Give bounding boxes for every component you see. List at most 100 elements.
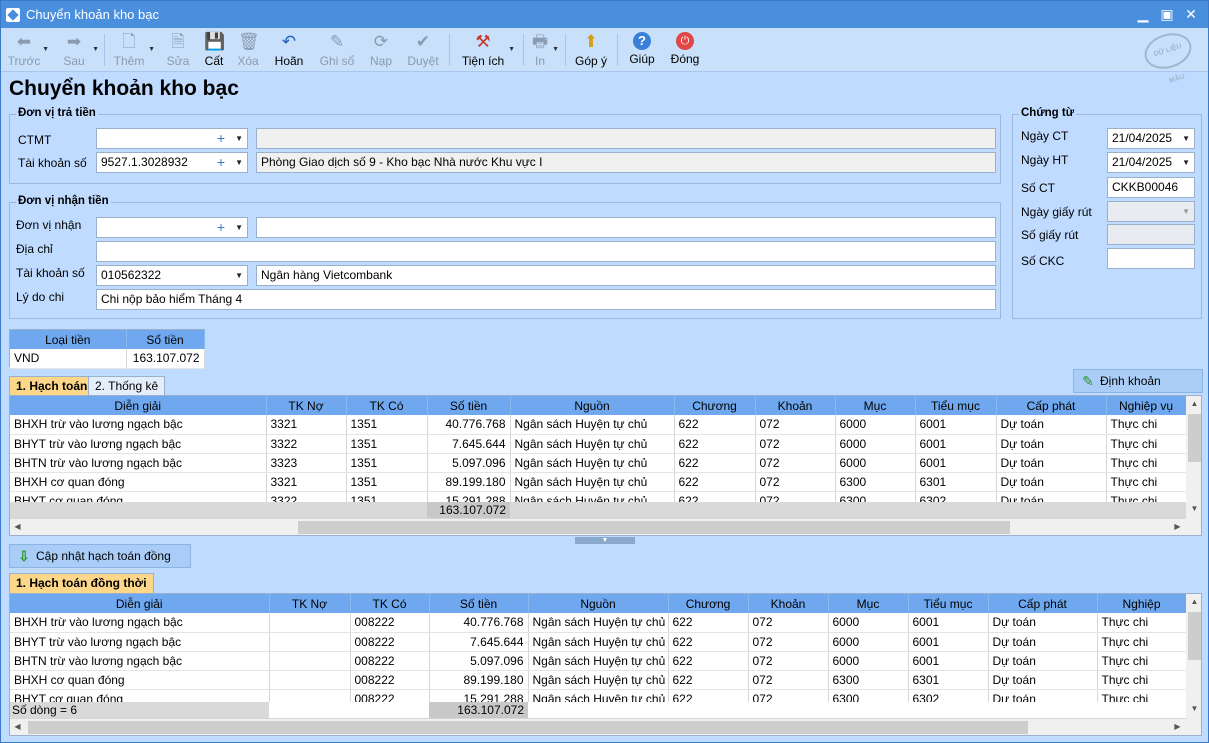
table-cell[interactable] [269, 632, 351, 652]
column-header[interactable]: Nghiệp [1097, 594, 1187, 613]
table-cell[interactable]: BHXH cơ quan đóng [10, 670, 270, 690]
payer-account-combo[interactable]: 9527.1.3028932 + ▼ [96, 152, 248, 173]
edit-button[interactable]: 🗎 Sửa [163, 30, 193, 70]
grid1-vscrollbar[interactable]: ▲ ▼ [1186, 396, 1201, 535]
table-cell[interactable]: 072 [755, 472, 836, 492]
table-cell[interactable]: 6001 [915, 434, 997, 454]
column-header[interactable]: TK Nợ [266, 396, 347, 415]
scroll-right-icon[interactable]: ▶ [1170, 522, 1185, 531]
column-header[interactable]: Mục [828, 594, 909, 613]
grid2-vscrollbar[interactable]: ▲ ▼ [1186, 594, 1201, 735]
add-icon[interactable]: + [217, 153, 225, 172]
address-input[interactable] [96, 241, 996, 262]
withdraw-no-input[interactable] [1107, 224, 1195, 245]
table-row[interactable]: BHXH cơ quan đóng 3321 1351 89.199.180 Ngân … [10, 472, 1187, 492]
table-cell[interactable]: Ngân sách Huyện tự chủ [510, 453, 675, 473]
table-cell[interactable]: 072 [748, 632, 829, 652]
scroll-thumb[interactable] [1188, 612, 1201, 660]
table-cell[interactable]: 3321 [266, 415, 347, 435]
table-cell[interactable]: 008222 [350, 613, 430, 633]
table-cell[interactable]: 89.199.180 [429, 670, 529, 690]
chevron-down-icon[interactable]: ▼ [235, 218, 243, 237]
table-cell[interactable]: Thực chi [1097, 651, 1187, 671]
scroll-thumb[interactable] [1188, 414, 1201, 462]
receiver-account-combo[interactable]: 010562322 ▼ [96, 265, 248, 286]
table-cell[interactable]: Dự toán [988, 670, 1098, 690]
table-cell[interactable]: Thực chi [1106, 453, 1187, 473]
table-cell[interactable]: 6001 [908, 613, 989, 633]
column-header[interactable]: TK Nợ [269, 594, 351, 613]
column-header[interactable]: Tiểu mục [915, 396, 997, 415]
column-header[interactable]: Chương [668, 594, 749, 613]
column-header[interactable]: Cấp phát [988, 594, 1098, 613]
delete-button[interactable]: 🗑 Xóa [233, 30, 263, 70]
table-cell[interactable]: 6000 [828, 632, 909, 652]
table-cell[interactable]: 7.645.644 [427, 434, 511, 454]
table-cell[interactable]: 89.199.180 [427, 472, 511, 492]
table-cell[interactable]: 072 [748, 670, 829, 690]
table-row[interactable]: BHYT trừ vào lương ngạch bậc 3322 1351 7.64… [10, 434, 1187, 454]
table-cell[interactable]: 3322 [266, 434, 347, 454]
reload-button[interactable]: ⟳ Nạp [365, 30, 397, 70]
table-cell[interactable]: 6300 [835, 472, 916, 492]
table-cell[interactable]: 622 [674, 453, 756, 473]
add-button[interactable]: 🗋 Thêm ▼ [111, 30, 155, 70]
table-cell[interactable]: 622 [674, 434, 756, 454]
scroll-thumb[interactable] [298, 521, 1010, 534]
scroll-right-icon[interactable]: ▶ [1170, 722, 1185, 731]
chevron-down-icon[interactable]: ▼ [1182, 153, 1190, 172]
table-cell[interactable]: 7.645.644 [429, 632, 529, 652]
table-cell[interactable]: 5.097.096 [427, 453, 511, 473]
update-concurrent-button[interactable]: ⇩Cập nhật hạch toán đồng thời [9, 544, 191, 585]
table-cell[interactable]: 6001 [915, 453, 997, 473]
table-cell[interactable]: 1351 [346, 472, 428, 492]
chevron-down-icon[interactable]: ▼ [1182, 129, 1190, 148]
table-cell[interactable]: 008222 [350, 651, 430, 671]
prev-button[interactable]: ⬅ Trước ▼ [7, 30, 49, 70]
table-row[interactable]: BHXH trừ vào lương ngạch bậc 3321 1351 40.7… [10, 415, 1187, 435]
table-cell[interactable]: Thực chi [1097, 613, 1187, 633]
tab-thong-ke[interactable]: 2. Thống kê [88, 376, 166, 396]
no-ct-input[interactable]: CKKB00046 [1107, 177, 1195, 198]
column-header[interactable]: Diễn giải [10, 594, 270, 613]
table-row[interactable]: VND 163.107.072 [10, 349, 205, 369]
column-header[interactable]: Khoản [755, 396, 836, 415]
column-header[interactable]: Tiểu mục [908, 594, 989, 613]
undo-button[interactable]: ↶ Hoãn [271, 30, 307, 70]
ckc-input[interactable] [1107, 248, 1195, 269]
print-button[interactable]: 🖶 In ▼ [529, 30, 559, 70]
chevron-down-icon[interactable]: ▼ [1182, 202, 1190, 221]
column-header[interactable]: Mục [835, 396, 916, 415]
reason-input[interactable]: Chi nộp bảo hiểm Tháng 4 [96, 289, 996, 310]
table-row[interactable]: BHXH trừ vào lương ngạch bậc 008222 40.776… [10, 613, 1187, 633]
table-cell[interactable]: 008222 [350, 670, 430, 690]
utilities-button[interactable]: ⚒ Tiện ích ▼ [459, 30, 515, 70]
tab-hach-toan-dong-thoi[interactable]: 1. Hạch toán đồng thời [9, 573, 154, 593]
table-cell[interactable]: Ngân sách Huyện tự chủ [510, 415, 675, 435]
table-cell[interactable]: 40.776.768 [429, 613, 529, 633]
table-cell[interactable]: Dự toán [996, 472, 1107, 492]
chevron-down-icon[interactable]: ▼ [235, 129, 243, 148]
next-button[interactable]: ➡ Sau ▼ [57, 30, 99, 70]
scroll-thumb[interactable] [28, 721, 1028, 734]
table-cell[interactable]: 40.776.768 [427, 415, 511, 435]
ctmt-combo[interactable]: + ▼ [96, 128, 248, 149]
table-cell[interactable]: BHYT trừ vào lương ngạch bậc [10, 434, 267, 454]
table-row[interactable]: BHXH cơ quan đóng 008222 89.199.180 Ngân sá… [10, 670, 1187, 690]
table-cell[interactable]: 072 [755, 434, 836, 454]
table-cell[interactable]: 3323 [266, 453, 347, 473]
panel-splitter[interactable]: ▼ [575, 537, 635, 544]
table-cell[interactable]: 5.097.096 [429, 651, 529, 671]
scroll-up-icon[interactable]: ▲ [1187, 597, 1201, 606]
table-cell[interactable]: Thực chi [1097, 670, 1187, 690]
table-row[interactable]: BHYT trừ vào lương ngạch bậc 008222 7.645.… [10, 632, 1187, 652]
table-cell[interactable]: 6000 [828, 613, 909, 633]
withdraw-date-picker[interactable]: ▼ [1107, 201, 1195, 222]
column-header[interactable]: Khoản [748, 594, 829, 613]
table-cell[interactable]: BHTN trừ vào lương ngạch bậc [10, 453, 267, 473]
table-cell[interactable]: 622 [674, 415, 756, 435]
table-cell[interactable]: BHTN trừ vào lương ngạch bậc [10, 651, 270, 671]
table-cell[interactable]: 1351 [346, 453, 428, 473]
table-row[interactable]: BHTN trừ vào lương ngạch bậc 008222 5.097.… [10, 651, 1187, 671]
post-button[interactable]: ✎ Ghi sổ [317, 30, 357, 70]
